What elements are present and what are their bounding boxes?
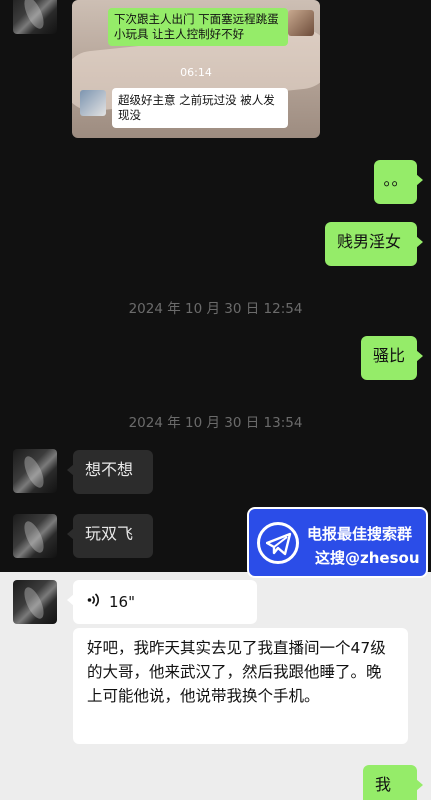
image-overlay-avatar-bottom <box>80 90 106 116</box>
message-bubble-incoming[interactable]: 玩双飞 <box>67 514 153 558</box>
image-overlay-message-top: 下次跟主人出门 下面塞远程跳蛋小玩具 让主人控制好不好 <box>108 8 288 46</box>
contact-avatar[interactable] <box>13 580 57 624</box>
contact-avatar[interactable] <box>13 0 57 34</box>
voice-message[interactable]: 16" <box>67 580 257 624</box>
contact-avatar[interactable] <box>13 449 57 493</box>
message-bubble-outgoing[interactable]: 骚比 <box>361 336 423 380</box>
voice-duration: 16" <box>109 593 135 611</box>
chat-screen: 下次跟主人出门 下面塞远程跳蛋小玩具 让主人控制好不好 06:14 超级好主意 … <box>0 0 431 800</box>
message-bubble-incoming[interactable]: 好吧，我昨天其实去见了我直播间一个47级的大哥，他来武汉了，然后我跟他睡了。晚上… <box>73 628 408 744</box>
image-overlay-avatar-top <box>288 10 314 36</box>
message-bubble-outgoing[interactable]: 。。 <box>374 160 423 204</box>
image-overlay-message-bottom: 超级好主意 之前玩过没 被人发现没 <box>112 88 288 128</box>
voice-wave-icon <box>87 592 101 612</box>
image-message[interactable]: 下次跟主人出门 下面塞远程跳蛋小玩具 让主人控制好不好 06:14 超级好主意 … <box>72 0 320 138</box>
contact-avatar[interactable] <box>13 514 57 558</box>
watermark-banner: 电报最佳搜索群 这搜@zhesou <box>247 507 428 578</box>
watermark-title: 电报最佳搜索群 <box>307 525 413 543</box>
chat-timestamp: 2024 年 10 月 30 日 12:54 <box>128 301 303 317</box>
image-timestamp: 06:14 <box>180 66 212 79</box>
watermark-handle: 这搜@zhesou <box>315 549 420 567</box>
chat-timestamp: 2024 年 10 月 30 日 13:54 <box>128 415 303 431</box>
message-bubble-outgoing[interactable]: 贱男淫女 <box>325 222 423 266</box>
telegram-plane-icon <box>257 522 299 564</box>
message-bubble-incoming[interactable]: 想不想 <box>67 450 153 494</box>
message-bubble-outgoing[interactable]: 我操 <box>363 765 423 800</box>
